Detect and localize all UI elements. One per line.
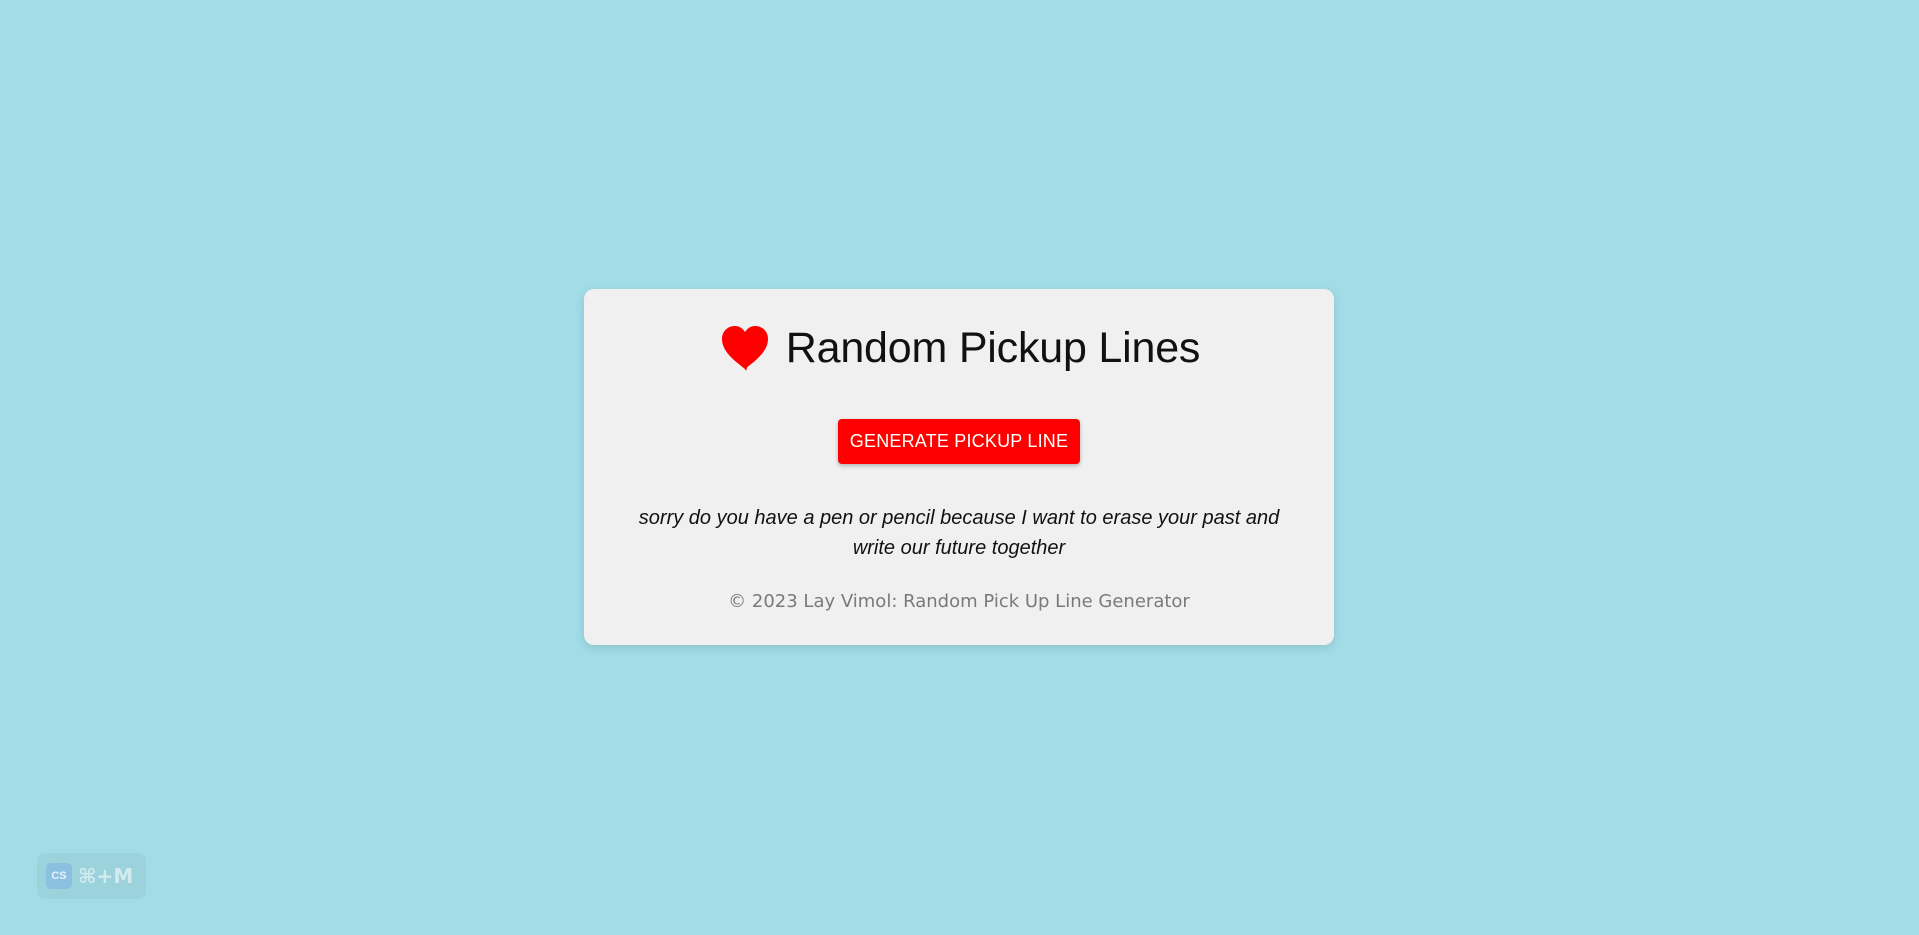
main-card: Random Pickup Lines GENERATE PICKUP LINE… [584, 289, 1334, 645]
generate-pickup-line-button[interactable]: GENERATE PICKUP LINE [838, 419, 1080, 464]
pickup-line-text: sorry do you have a pen or pencil becaus… [638, 507, 1280, 559]
shortcut-badge[interactable]: CS ⌘+M [37, 853, 146, 899]
page-title: Random Pickup Lines [785, 323, 1201, 372]
footer-copyright: © 2023 Lay Vimol: Random Pick Up Line Ge… [728, 591, 1190, 612]
shortcut-keys: ⌘+M [78, 864, 134, 888]
title-row: Random Pickup Lines [584, 323, 1334, 373]
cs-logo-icon: CS [46, 863, 72, 889]
heart-icon [718, 323, 772, 373]
